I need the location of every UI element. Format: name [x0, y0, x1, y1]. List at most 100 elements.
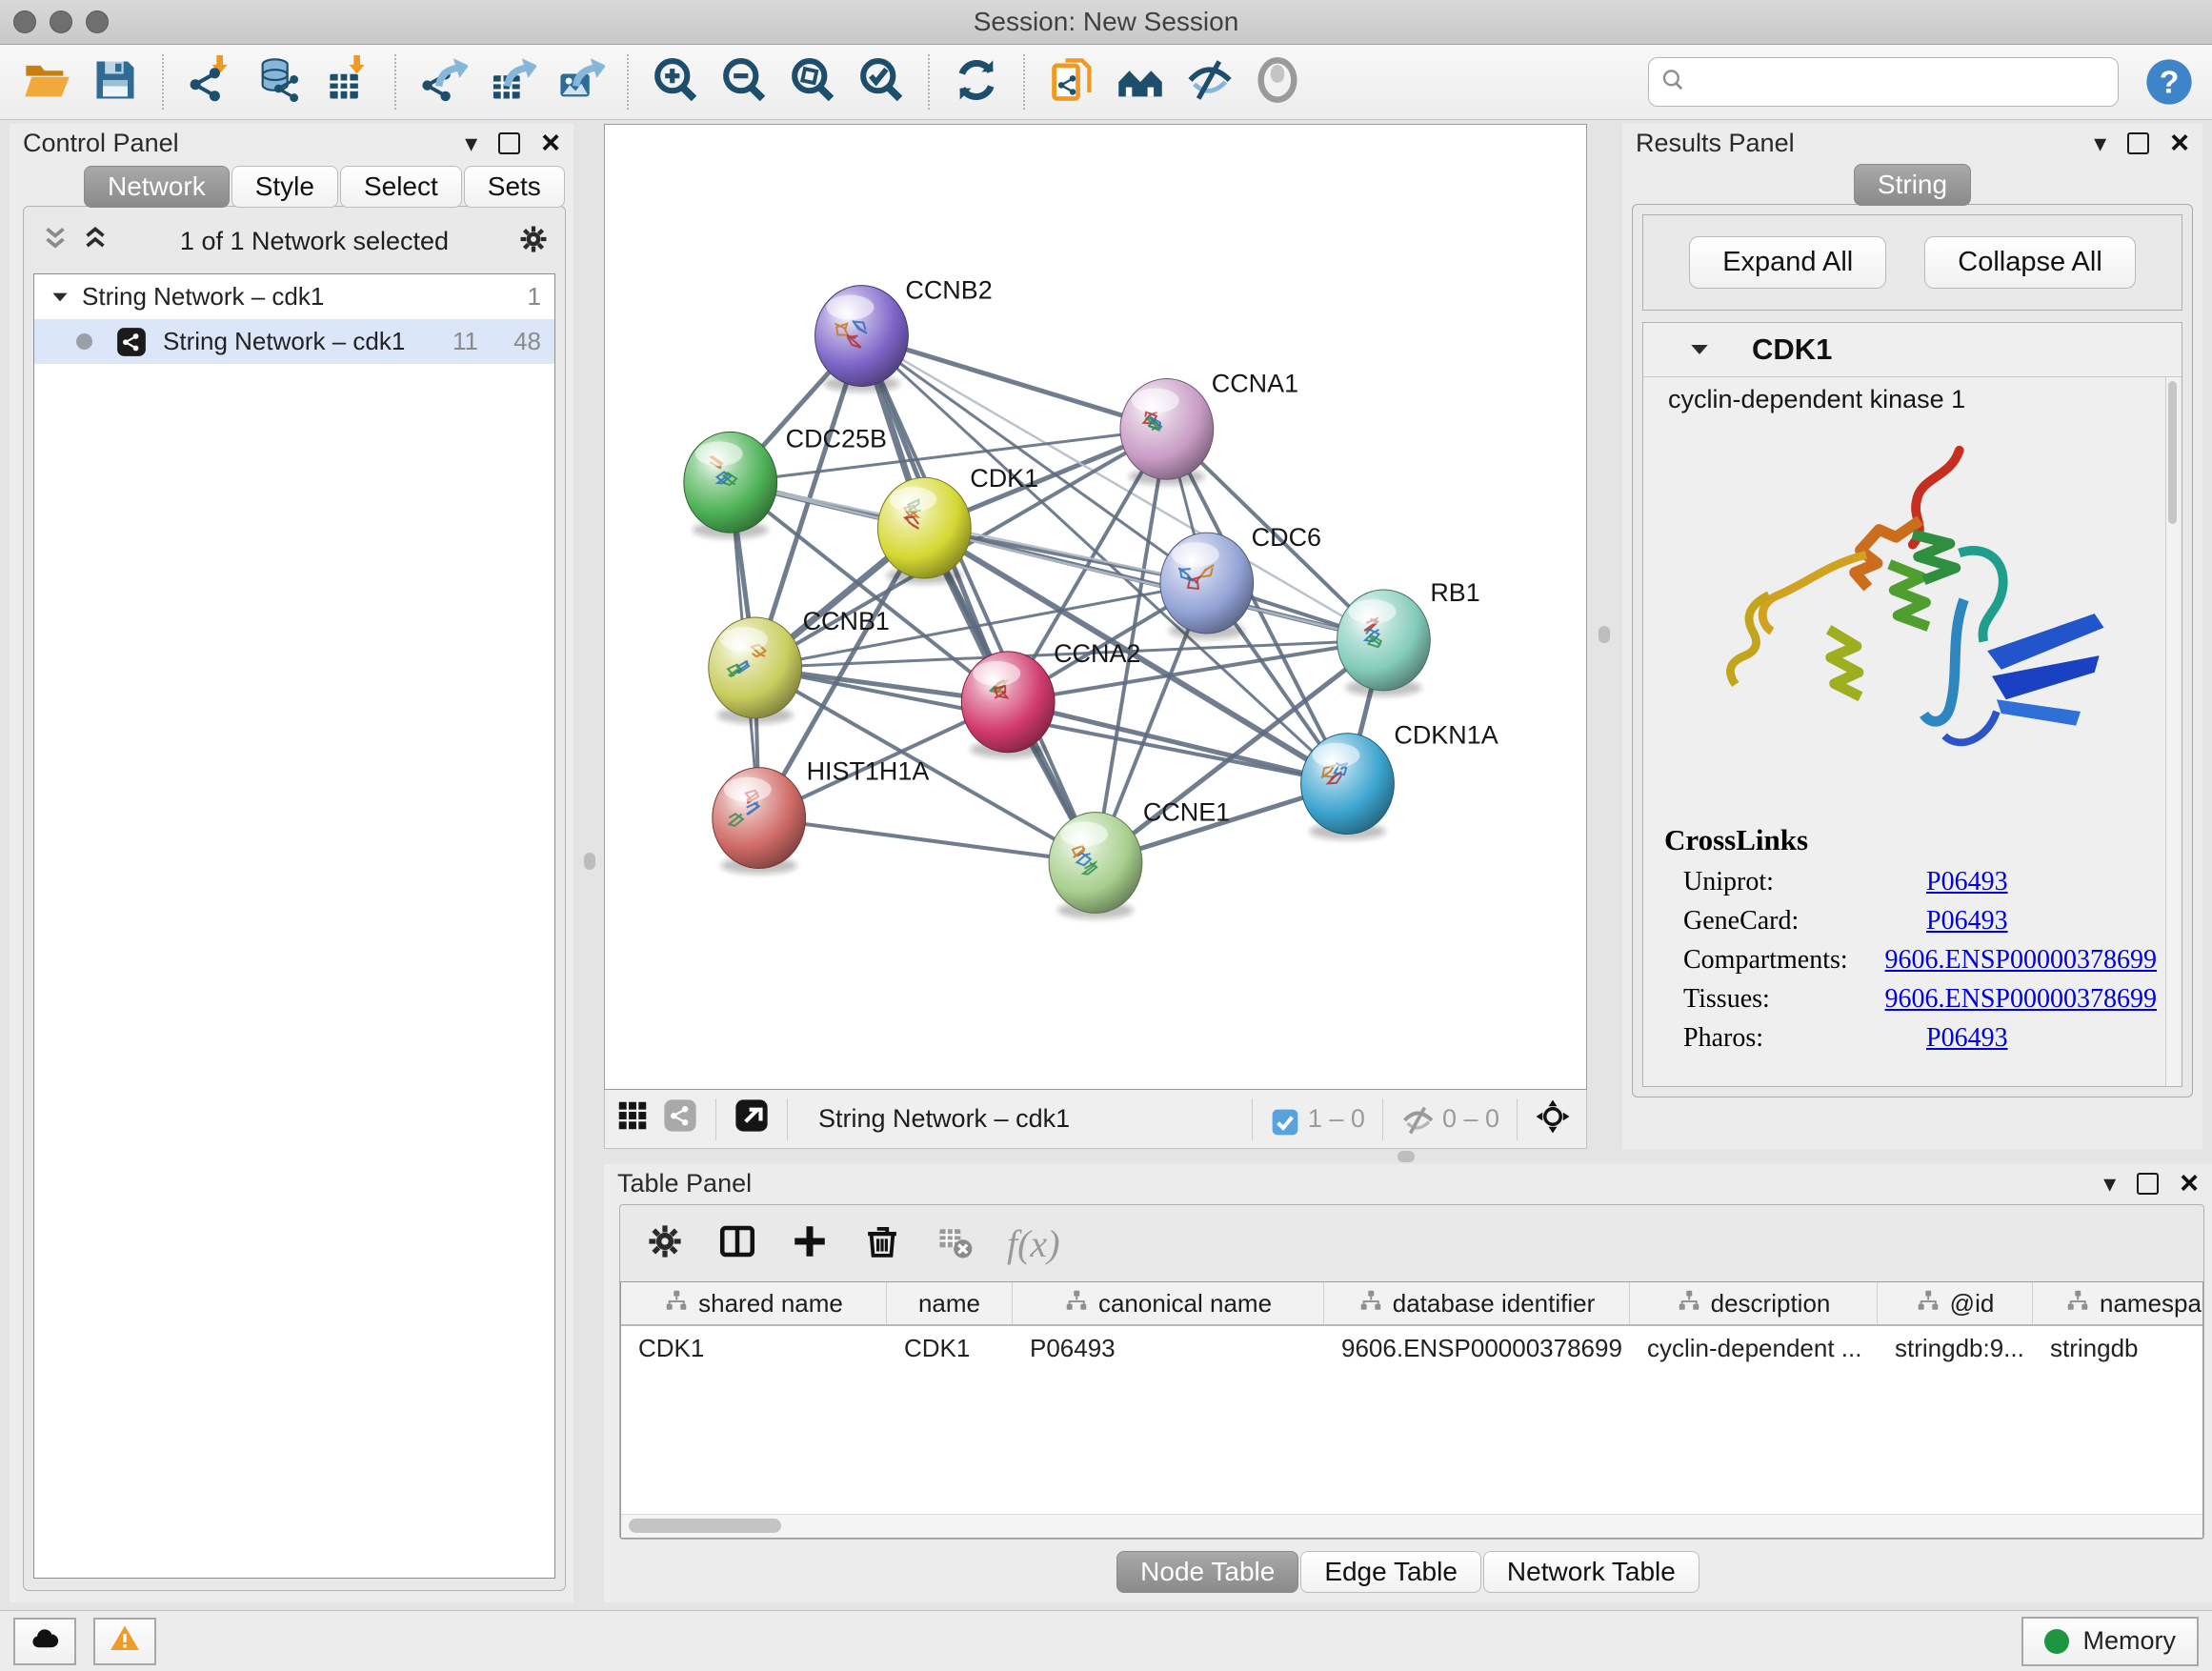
help-button[interactable]: ? [2143, 56, 2195, 108]
title-bar: Session: New Session [0, 0, 2212, 45]
column-header[interactable]: canonical name [1013, 1282, 1324, 1324]
network-column-icon [1358, 1288, 1383, 1319]
uniprot-link[interactable]: P06493 [1926, 867, 2008, 897]
network-node[interactable] [713, 768, 806, 869]
tissues-link[interactable]: 9606.ENSP00000378699 [1885, 984, 2157, 1015]
column-header[interactable]: description [1630, 1282, 1878, 1324]
search-box[interactable] [1648, 57, 2119, 107]
gene-card-header[interactable]: CDK1 [1643, 323, 2182, 377]
hide-selected-button[interactable] [1179, 52, 1238, 111]
network-node[interactable] [709, 617, 802, 718]
tab-string[interactable]: String [1854, 164, 1971, 206]
network-node[interactable] [684, 432, 777, 533]
export-image-button[interactable] [551, 52, 610, 111]
import-table-from-file-button[interactable] [318, 52, 377, 111]
network-view-area: CCNB2CCNA1CDC25BCDK1CDC6RB1CCNB1CCNA2CDK… [604, 124, 1587, 1149]
zoom-out-button[interactable] [714, 52, 774, 111]
tab-network[interactable]: Network [84, 166, 230, 208]
column-header[interactable]: @id [1878, 1282, 2033, 1324]
update-network-button[interactable] [947, 52, 1006, 111]
table-settings-gear-icon[interactable] [645, 1221, 685, 1266]
maximize-panel-icon[interactable] [2127, 132, 2149, 154]
float-panel-icon[interactable]: ▾ [465, 131, 477, 155]
gear-icon[interactable] [517, 223, 550, 260]
network-node[interactable] [1120, 378, 1214, 479]
genecard-link[interactable]: P06493 [1926, 906, 2008, 936]
zoom-in-button[interactable] [646, 52, 705, 111]
close-panel-icon[interactable]: × [2170, 127, 2189, 159]
network-canvas[interactable]: CCNB2CCNA1CDC25BCDK1CDC6RB1CCNB1CCNA2CDK… [604, 124, 1587, 1090]
search-input[interactable] [1693, 67, 2106, 98]
close-panel-icon[interactable]: × [2180, 1167, 2199, 1199]
splitter-handle[interactable] [1398, 1151, 1415, 1162]
table-row[interactable]: CDK1 CDK1 P06493 9606.ENSP00000378699 cy… [621, 1326, 2202, 1370]
warnings-button[interactable] [93, 1618, 156, 1665]
hidden-eye-icon[interactable] [1400, 1102, 1435, 1137]
show-columns-icon[interactable] [717, 1221, 757, 1266]
column-header[interactable]: database identifier [1324, 1282, 1630, 1324]
collapse-all-button[interactable]: Collapse All [1924, 236, 2136, 289]
network-node[interactable] [1337, 590, 1431, 691]
pharos-link[interactable]: P06493 [1926, 1023, 2008, 1054]
export-table-button[interactable] [482, 52, 541, 111]
show-all-button[interactable] [1248, 52, 1307, 111]
column-header[interactable]: namespace [2033, 1282, 2203, 1324]
tab-node-table[interactable]: Node Table [1116, 1551, 1298, 1593]
save-session-button[interactable] [86, 52, 145, 111]
tab-style[interactable]: Style [231, 166, 338, 208]
zoom-selected-icon [856, 55, 906, 110]
splitter-handle[interactable] [1599, 626, 1610, 643]
splitter-handle[interactable] [584, 853, 595, 870]
export-network-button[interactable] [413, 52, 473, 111]
compartments-link[interactable]: 9606.ENSP00000378699 [1885, 945, 2157, 976]
refresh-icon [952, 55, 1001, 110]
network-node[interactable] [815, 286, 909, 387]
first-neighbors-button[interactable] [1111, 52, 1170, 111]
table-horizontal-scrollbar[interactable] [621, 1514, 2202, 1538]
import-network-from-file-button[interactable] [181, 52, 240, 111]
float-panel-icon[interactable]: ▾ [2094, 131, 2106, 155]
network-node[interactable] [1301, 734, 1395, 835]
expand-all-button[interactable]: Expand All [1689, 236, 1886, 289]
node-label: RB1 [1430, 578, 1479, 607]
network-share-icon[interactable] [662, 1097, 698, 1140]
maximize-panel-icon[interactable] [2137, 1173, 2159, 1195]
new-network-from-selection-button[interactable] [1042, 52, 1101, 111]
zoom-selected-button[interactable] [852, 52, 911, 111]
memory-button[interactable]: Memory [2021, 1617, 2199, 1666]
column-header[interactable]: name [887, 1282, 1013, 1324]
birds-eye-view-icon[interactable] [614, 1097, 651, 1140]
add-column-icon[interactable] [790, 1221, 830, 1266]
network-column-icon [2065, 1288, 2090, 1319]
network-node[interactable] [877, 477, 971, 578]
section-caret-icon[interactable] [1685, 335, 1714, 364]
network-node[interactable] [1160, 533, 1254, 634]
network-node[interactable] [1049, 813, 1142, 914]
maximize-panel-icon[interactable] [498, 132, 520, 154]
network-node[interactable] [961, 652, 1055, 753]
tab-edge-table[interactable]: Edge Table [1300, 1551, 1481, 1593]
fit-selected-icon[interactable] [1535, 1098, 1577, 1140]
collapse-all-icon[interactable] [39, 223, 71, 260]
results-scrollbar[interactable] [2165, 377, 2180, 1086]
network-row[interactable]: String Network – cdk1 11 48 [34, 319, 554, 364]
float-panel-icon[interactable]: ▾ [2103, 1171, 2116, 1196]
close-panel-icon[interactable]: × [541, 127, 560, 159]
tab-sets[interactable]: Sets [464, 166, 565, 208]
network-graph[interactable]: CCNB2CCNA1CDC25BCDK1CDC6RB1CCNB1CCNA2CDK… [605, 125, 1586, 1089]
expand-all-icon[interactable] [79, 223, 111, 260]
column-header[interactable]: shared name [621, 1282, 887, 1324]
delete-column-icon[interactable] [862, 1221, 902, 1266]
tab-network-table[interactable]: Network Table [1483, 1551, 1699, 1593]
node-label: CDC6 [1252, 523, 1321, 552]
zoom-fit-button[interactable] [783, 52, 842, 111]
tab-select[interactable]: Select [340, 166, 462, 208]
import-network-from-database-button[interactable] [250, 52, 309, 111]
cloud-button[interactable] [13, 1618, 76, 1665]
open-in-window-icon[interactable] [734, 1097, 770, 1140]
network-collection-row[interactable]: String Network – cdk1 1 [34, 274, 554, 319]
tree-caret-icon[interactable] [48, 285, 72, 310]
network-row-label: String Network – cdk1 [163, 327, 415, 356]
open-session-button[interactable] [17, 52, 76, 111]
selected-checkbox-icon[interactable] [1270, 1104, 1300, 1135]
